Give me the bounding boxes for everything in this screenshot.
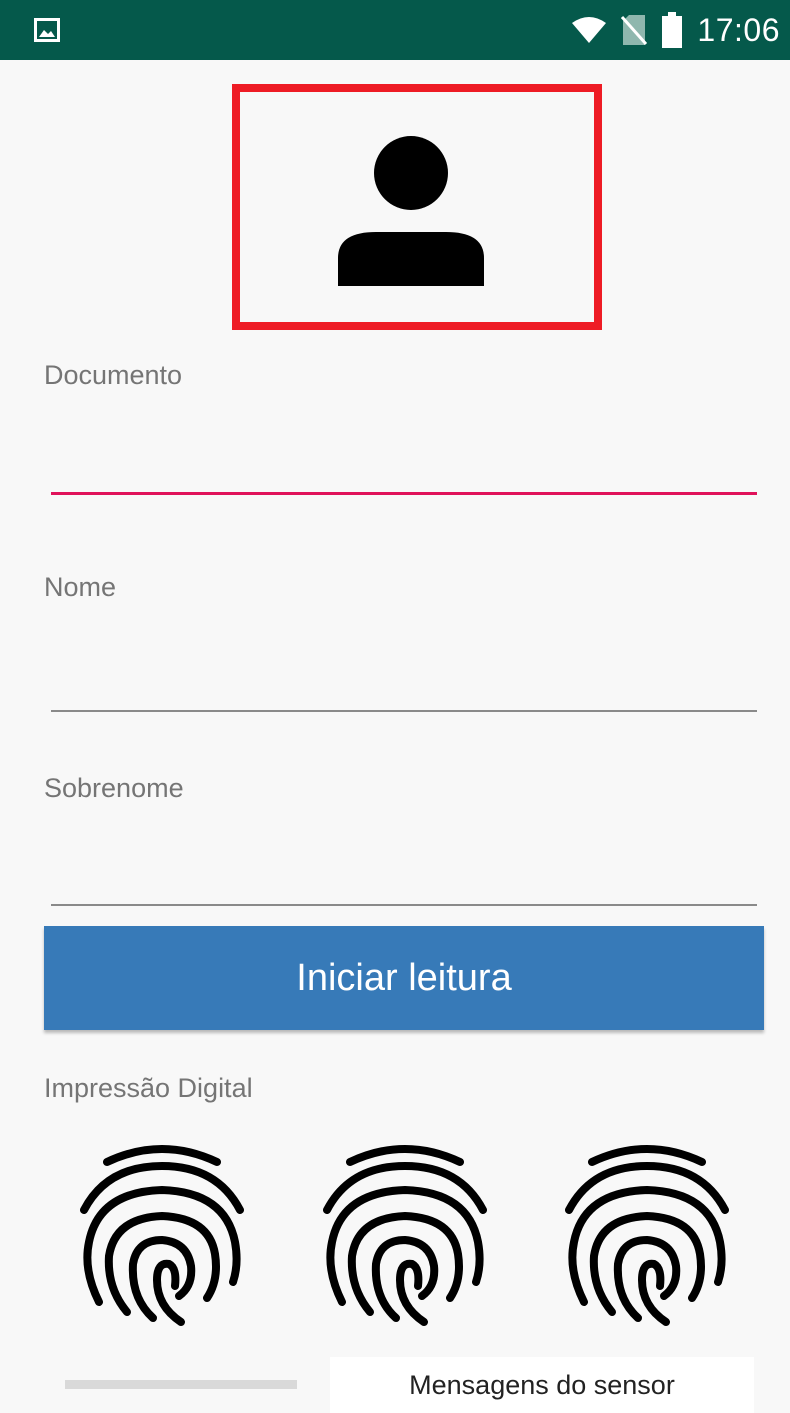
documento-label: Documento xyxy=(44,360,183,390)
documento-field[interactable] xyxy=(51,432,757,492)
fingerprint-section-label: Impressão Digital xyxy=(44,1073,253,1103)
documento-underline xyxy=(51,492,757,495)
status-icons: 17:06 xyxy=(571,0,780,60)
start-reading-button[interactable]: Iniciar leitura xyxy=(44,926,764,1030)
no-sim-icon xyxy=(621,15,648,45)
person-icon xyxy=(338,136,484,286)
sensor-messages-text: Mensagens do sensor xyxy=(409,1369,675,1400)
battery-icon xyxy=(662,12,683,48)
fingerprint-icon[interactable] xyxy=(562,1140,732,1330)
sobrenome-label: Sobrenome xyxy=(44,773,184,803)
nome-field[interactable] xyxy=(51,648,757,708)
fingerprint-icon[interactable] xyxy=(320,1140,490,1330)
sobrenome-underline xyxy=(51,904,757,906)
sensor-progress-bar xyxy=(65,1380,297,1389)
image-icon xyxy=(34,18,60,42)
fingerprint-icon[interactable] xyxy=(77,1140,247,1330)
nome-label: Nome xyxy=(44,572,117,602)
photo-frame[interactable] xyxy=(232,84,602,330)
status-time: 17:06 xyxy=(697,11,780,48)
nome-underline xyxy=(51,710,757,712)
app-screen: 17:06 Documento Nome Sobrenome Iniciar l… xyxy=(0,0,790,1413)
sensor-messages: Mensagens do sensor xyxy=(330,1357,754,1413)
status-bar: 17:06 xyxy=(0,0,790,60)
wifi-icon xyxy=(572,17,607,43)
sobrenome-field[interactable] xyxy=(51,842,757,902)
